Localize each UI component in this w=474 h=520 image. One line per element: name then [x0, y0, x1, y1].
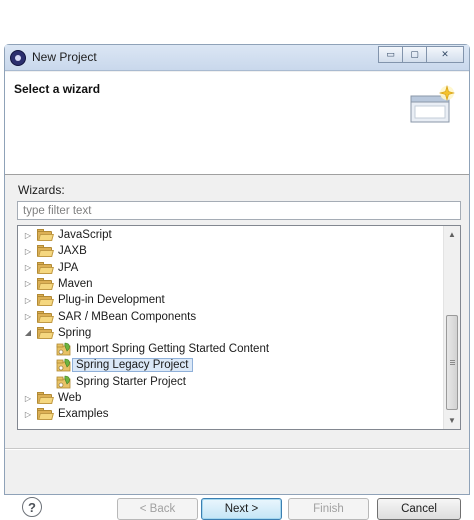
- maximize-button[interactable]: ▢: [402, 46, 427, 63]
- collapsed-arrow-icon[interactable]: ▷: [23, 409, 33, 419]
- tree-folder-item[interactable]: ▷ JavaScript: [23, 227, 112, 243]
- wizards-label: Wizards:: [18, 183, 65, 197]
- folder-icon: [37, 229, 54, 241]
- scroll-down-arrow-icon[interactable]: ▼: [444, 412, 460, 429]
- new-project-dialog: New Project ▭ ▢ ✕ Select a wizard Wizard…: [4, 44, 470, 520]
- tree-folder-item[interactable]: ▷ SAR / MBean Components: [23, 309, 196, 325]
- tree-item-label: JAXB: [58, 245, 87, 258]
- scroll-thumb[interactable]: [446, 315, 458, 410]
- window-title: New Project: [32, 50, 97, 64]
- collapsed-arrow-icon[interactable]: ▷: [23, 230, 33, 240]
- cancel-button[interactable]: Cancel: [377, 498, 461, 520]
- tree-item-label: Spring Legacy Project: [72, 358, 193, 373]
- collapsed-arrow-icon[interactable]: ▷: [23, 279, 33, 289]
- tree-leaf-item[interactable]: Import Spring Getting Started Content: [56, 341, 269, 357]
- scroll-up-arrow-icon[interactable]: ▲: [444, 226, 460, 243]
- tree-item-label: Plug-in Development: [58, 294, 165, 307]
- tree-item-label: Import Spring Getting Started Content: [76, 343, 270, 356]
- next-button[interactable]: Next >: [201, 498, 282, 520]
- tree-scrollbar[interactable]: ▲ ▼: [443, 226, 460, 429]
- collapsed-arrow-icon[interactable]: ▷: [23, 246, 33, 256]
- tree-item-label: Maven: [58, 277, 93, 290]
- spring-project-icon: [56, 375, 71, 389]
- close-button[interactable]: ✕: [426, 46, 464, 63]
- collapsed-arrow-icon[interactable]: ▷: [23, 393, 33, 403]
- spring-project-icon: [56, 359, 71, 372]
- finish-button[interactable]: Finish: [288, 498, 369, 520]
- tree-item-label: JavaScript: [58, 229, 112, 241]
- folder-icon: [37, 277, 54, 290]
- tree-item-label: JPA: [58, 261, 79, 274]
- tree-item-label: Web: [58, 392, 82, 404]
- folder-icon: [37, 310, 54, 323]
- button-bar-separator: [5, 448, 469, 450]
- tree-folder-item[interactable]: ▷ JPA: [23, 260, 78, 276]
- minimize-button[interactable]: ▭: [378, 46, 403, 63]
- tree-item-label: Spring Starter Project: [76, 375, 186, 388]
- tree-folder-item[interactable]: ◢ Spring: [23, 325, 91, 341]
- tree-folder-item[interactable]: ▷ Maven: [23, 276, 93, 292]
- help-icon[interactable]: ?: [22, 497, 42, 517]
- wizard-header: Select a wizard: [5, 72, 469, 175]
- tree-folder-item[interactable]: ▷ JAXB: [23, 243, 87, 259]
- folder-icon: [37, 245, 54, 258]
- folder-icon: [37, 392, 54, 404]
- eclipse-app-icon: [10, 50, 26, 66]
- wizard-banner-icon: [410, 84, 455, 123]
- tree-folder-item[interactable]: ▷ Examples: [23, 406, 109, 422]
- tree-item-label: Examples: [58, 408, 109, 421]
- page-title: Select a wizard: [14, 82, 101, 96]
- folder-icon: [37, 326, 54, 339]
- collapsed-arrow-icon[interactable]: ▷: [23, 295, 33, 305]
- title-bar[interactable]: New Project ▭ ▢ ✕: [5, 45, 469, 71]
- expanded-arrow-icon[interactable]: ◢: [23, 328, 33, 338]
- folder-icon: [37, 261, 54, 274]
- collapsed-arrow-icon[interactable]: ▷: [23, 312, 33, 322]
- tree-item-label: Spring: [58, 326, 92, 339]
- wizard-tree[interactable]: ▷ JavaScript ▷ JAXB ▷ JPA ▷ Maven ▷ Plug-in Devel…: [17, 225, 461, 430]
- folder-icon: [37, 408, 54, 421]
- folder-icon: [37, 294, 54, 307]
- spring-project-icon: [56, 342, 71, 356]
- tree-leaf-item[interactable]: Spring Starter Project: [56, 374, 186, 390]
- tree-leaf-item[interactable]: Spring Legacy Project: [56, 357, 193, 373]
- window-controls: ▭ ▢ ✕: [378, 46, 464, 63]
- tree-folder-item[interactable]: ▷ Plug-in Development: [23, 292, 165, 308]
- filter-input[interactable]: [17, 201, 461, 220]
- tree-item-label: SAR / MBean Components: [58, 310, 197, 323]
- collapsed-arrow-icon[interactable]: ▷: [23, 263, 33, 273]
- tree-folder-item[interactable]: ▷ Web: [23, 390, 81, 406]
- wizard-content: Wizards: ▷ JavaScript ▷ JAXB ▷ JPA ▷ Maven ▷ Plug…: [5, 176, 469, 520]
- back-button[interactable]: < Back: [117, 498, 198, 520]
